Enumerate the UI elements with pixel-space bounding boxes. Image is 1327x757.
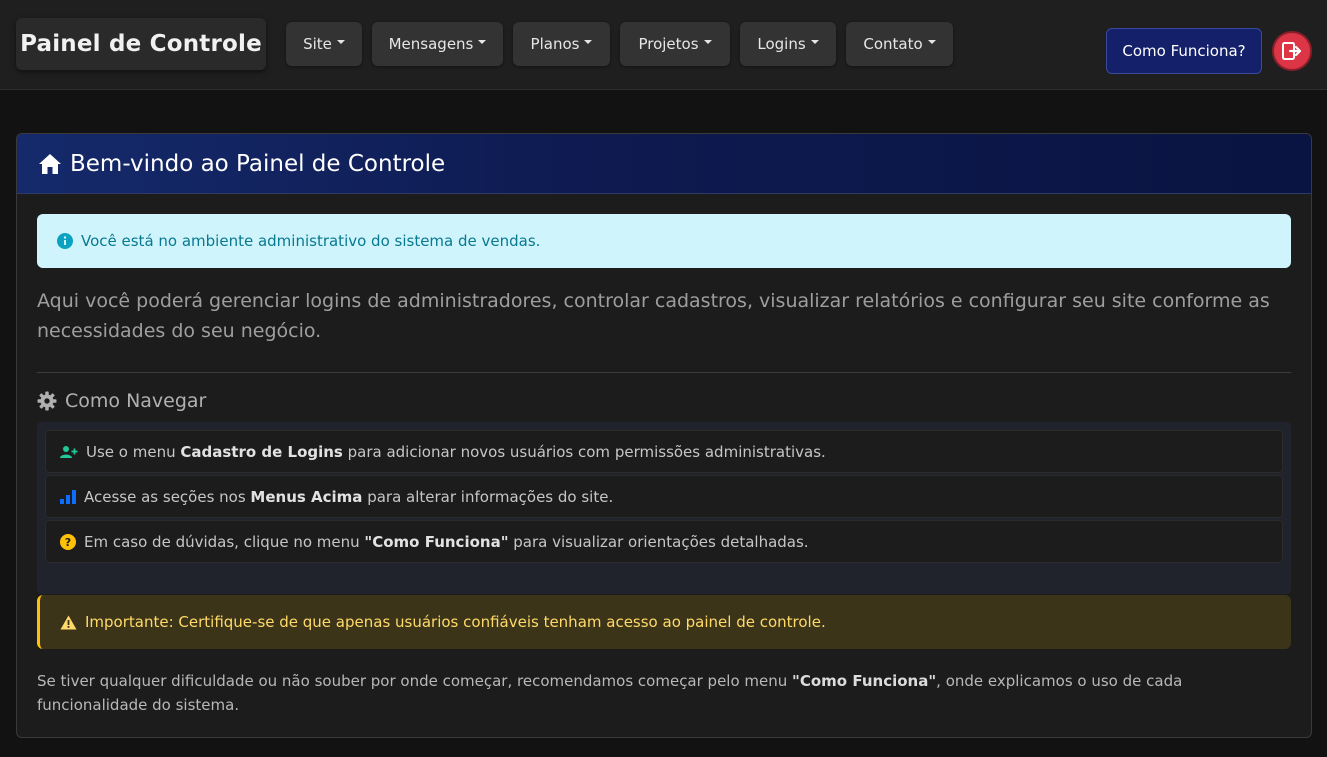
list-item: Use o menu Cadastro de Logins para adici… xyxy=(45,430,1283,473)
welcome-card: Bem-vindo ao Painel de Controle Você est… xyxy=(16,133,1312,738)
menu-contato-label: Contato xyxy=(863,35,923,53)
menu-projetos[interactable]: Projetos xyxy=(620,22,730,66)
caret-down-icon xyxy=(584,40,593,44)
intro-text: Aqui você poderá gerenciar logins de adm… xyxy=(37,290,1270,342)
caret-down-icon xyxy=(927,40,936,44)
card-title: Bem-vindo ao Painel de Controle xyxy=(70,150,446,177)
bar-chart-icon xyxy=(60,489,76,504)
list-item-text: Use o menu xyxy=(86,442,181,461)
como-funciona-text: "Como Funciona" xyxy=(364,532,509,551)
menus-acima-text: Menus Acima xyxy=(250,487,363,506)
warning-triangle-icon xyxy=(60,615,77,630)
menu-site-label: Site xyxy=(303,35,332,53)
menu-mensagens[interactable]: Mensagens xyxy=(372,22,503,66)
caret-down-icon xyxy=(336,40,345,44)
footer-text: Se tiver qualquer dificuldade ou não sou… xyxy=(37,669,1277,717)
logout-icon xyxy=(1281,41,1303,61)
list-item-text: Em caso de dúvidas, clique no menu xyxy=(84,532,365,551)
question-circle-icon: ? xyxy=(60,533,76,550)
menu-contato[interactable]: Contato xyxy=(846,22,953,66)
list-item: Acesse as seções nos Menus Acima para al… xyxy=(45,475,1283,518)
home-icon xyxy=(38,153,62,175)
info-alert-text: Você está no ambiente administrativo do … xyxy=(81,232,541,250)
top-navbar: Painel de Controle Site Mensagens Planos… xyxy=(0,0,1327,90)
menu-projetos-label: Projetos xyxy=(638,35,699,53)
navigation-list: Use o menu Cadastro de Logins para adici… xyxy=(37,422,1291,594)
menu-planos-label: Planos xyxy=(530,35,580,53)
info-circle-icon xyxy=(57,233,73,249)
warning-alert-text: Importante: Certifique-se de que apenas … xyxy=(85,613,826,631)
how-it-works-button[interactable]: Como Funciona? xyxy=(1106,28,1262,74)
list-item: ? Em caso de dúvidas, clique no menu "Co… xyxy=(45,520,1283,563)
caret-down-icon xyxy=(810,40,819,44)
menu-logins-label: Logins xyxy=(757,35,806,53)
list-item-text: para adicionar novos usuários com permis… xyxy=(342,442,826,461)
logout-button[interactable] xyxy=(1272,31,1312,71)
menu-site[interactable]: Site xyxy=(286,22,362,66)
list-item-text: Acesse as seções nos xyxy=(84,487,251,506)
user-plus-icon xyxy=(60,445,78,459)
brand-logo[interactable]: Painel de Controle xyxy=(16,18,266,70)
footer-text-prefix: Se tiver qualquer dificuldade ou não sou… xyxy=(37,672,793,690)
gear-icon xyxy=(37,391,57,411)
section-title-text: Como Navegar xyxy=(65,390,207,412)
menu-planos[interactable]: Planos xyxy=(513,22,610,66)
footer-como-funciona-text: "Como Funciona" xyxy=(792,672,937,690)
info-alert: Você está no ambiente administrativo do … xyxy=(37,214,1291,268)
list-item-text: para visualizar orientações detalhadas. xyxy=(508,532,809,551)
section-title: Como Navegar xyxy=(37,389,206,413)
svg-text:?: ? xyxy=(65,536,71,549)
list-item-text: para alterar informações do site. xyxy=(362,487,614,506)
cadastro-logins-link-text: Cadastro de Logins xyxy=(180,442,343,461)
warning-alert: Importante: Certifique-se de que apenas … xyxy=(37,595,1291,649)
card-header: Bem-vindo ao Painel de Controle xyxy=(17,134,1311,194)
caret-down-icon xyxy=(478,40,487,44)
menu-logins[interactable]: Logins xyxy=(740,22,836,66)
divider xyxy=(37,372,1291,373)
menu-mensagens-label: Mensagens xyxy=(388,35,474,53)
caret-down-icon xyxy=(703,40,712,44)
